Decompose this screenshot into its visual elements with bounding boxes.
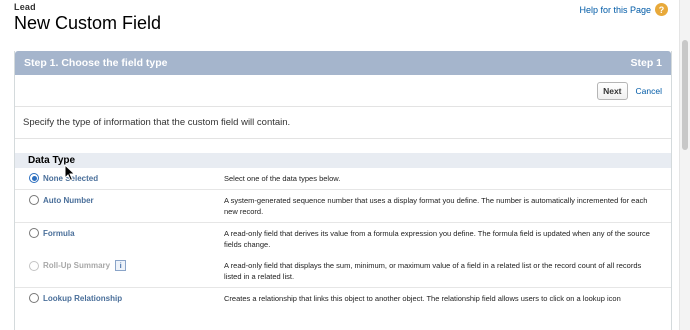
scrollbar-thumb[interactable] bbox=[682, 40, 688, 150]
data-type-row-formula[interactable]: Formula A read-only field that derives i… bbox=[15, 223, 671, 255]
page-header: Lead New Custom Field bbox=[14, 2, 161, 34]
data-type-option[interactable]: Auto Number bbox=[29, 195, 224, 205]
data-type-description: Creates a relationship that links this o… bbox=[224, 294, 621, 303]
radio-formula[interactable] bbox=[29, 228, 39, 238]
question-circle-icon[interactable]: ? bbox=[655, 3, 668, 16]
radio-none-selected[interactable] bbox=[29, 173, 39, 183]
data-type-description: A read-only field that derives its value… bbox=[224, 229, 650, 249]
step-number: Step 1 bbox=[630, 57, 662, 69]
instructions-text: Specify the type of information that the… bbox=[15, 107, 671, 139]
data-type-row-none-selected[interactable]: None Selected Select one of the data typ… bbox=[15, 168, 671, 190]
step-panel: Step 1. Choose the field type Step 1 Nex… bbox=[14, 51, 672, 330]
radio-lookup-relationship[interactable] bbox=[29, 293, 39, 303]
data-type-option[interactable]: Lookup Relationship bbox=[29, 293, 224, 303]
info-icon[interactable]: i bbox=[115, 260, 127, 271]
data-type-option[interactable]: None Selected bbox=[29, 173, 224, 183]
data-type-label[interactable]: Lookup Relationship bbox=[43, 294, 122, 303]
data-type-label: Roll-Up Summary bbox=[43, 261, 111, 270]
data-type-label[interactable]: Formula bbox=[43, 229, 75, 238]
data-type-description: A system-generated sequence number that … bbox=[224, 196, 648, 216]
help-section: Help for this Page ? bbox=[579, 3, 668, 16]
mouse-cursor-icon bbox=[64, 164, 76, 182]
radio-auto-number[interactable] bbox=[29, 195, 39, 205]
step-title: Step 1. Choose the field type bbox=[24, 57, 168, 69]
step-header-bar: Step 1. Choose the field type Step 1 bbox=[15, 51, 671, 75]
page-title: New Custom Field bbox=[14, 13, 162, 33]
cancel-link[interactable]: Cancel bbox=[636, 86, 662, 96]
data-type-option[interactable]: Formula bbox=[29, 228, 224, 238]
breadcrumb: Lead bbox=[14, 2, 36, 12]
data-type-label[interactable]: Auto Number bbox=[43, 196, 94, 205]
next-button[interactable]: Next bbox=[597, 81, 628, 100]
data-type-description: Select one of the data types below. bbox=[224, 174, 341, 183]
data-type-row-roll-up-summary: Roll-Up Summary i A read-only field that… bbox=[15, 255, 671, 288]
data-type-option: Roll-Up Summary i bbox=[29, 260, 224, 271]
data-type-row-auto-number[interactable]: Auto Number A system-generated sequence … bbox=[15, 190, 671, 223]
data-type-description: A read-only field that displays the sum,… bbox=[224, 261, 642, 281]
data-type-heading: Data Type bbox=[15, 153, 671, 168]
vertical-scrollbar[interactable] bbox=[679, 0, 690, 330]
button-row: Next Cancel bbox=[15, 75, 671, 107]
help-link[interactable]: Help for this Page bbox=[579, 5, 651, 15]
radio-roll-up-summary bbox=[29, 260, 39, 271]
data-type-row-lookup-relationship[interactable]: Lookup Relationship Creates a relationsh… bbox=[15, 288, 671, 309]
